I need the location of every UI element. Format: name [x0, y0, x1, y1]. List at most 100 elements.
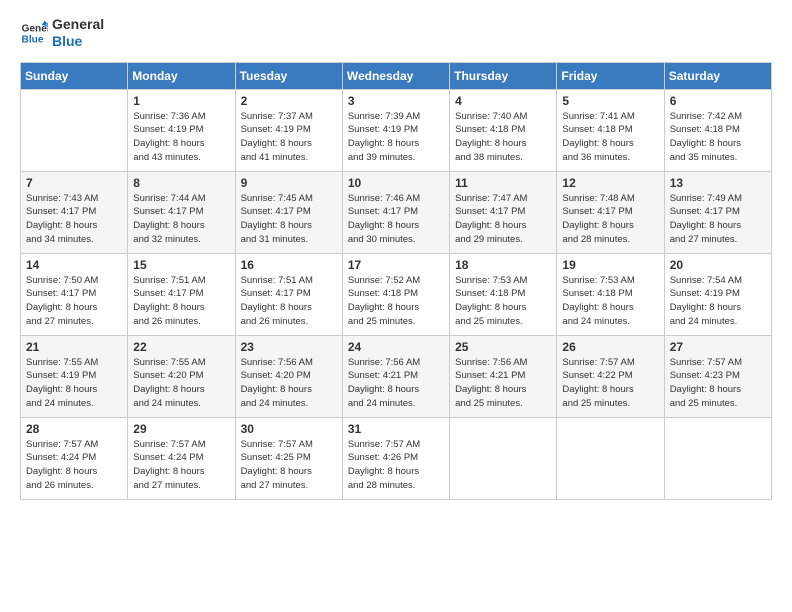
calendar-cell: 18 Sunrise: 7:53 AMSunset: 4:18 PMDayligh… [450, 253, 557, 335]
calendar-cell [664, 417, 771, 499]
calendar-cell: 29Sunrise: 7:57 AMSunset: 4:24 PMDayligh… [128, 417, 235, 499]
calendar-cell [557, 417, 664, 499]
day-number: 9 [241, 176, 337, 190]
day-info: Sunrise: 7:40 AMSunset: 4:18 PMDaylight:… [455, 110, 551, 165]
day-info: Sunrise: 7:45 AMSunset: 4:17 PMDaylight:… [241, 192, 337, 247]
day-header-tuesday: Tuesday [235, 62, 342, 89]
week-row-4: 21 Sunrise: 7:55 AMSunset: 4:19 PMDayligh… [21, 335, 772, 417]
day-number: 28 [26, 422, 122, 436]
calendar-header-row: SundayMondayTuesdayWednesdayThursdayFrid… [21, 62, 772, 89]
day-number: 23 [241, 340, 337, 354]
day-info: Sunrise: 7:55 AMSunset: 4:20 PMDaylight:… [133, 356, 229, 411]
day-info: Sunrise: 7:49 AMSunset: 4:17 PMDaylight:… [670, 192, 766, 247]
day-number: 18 [455, 258, 551, 272]
day-info: Sunrise: 7:56 AMSunset: 4:21 PMDaylight:… [348, 356, 444, 411]
calendar-cell: 20Sunrise: 7:54 AMSunset: 4:19 PMDayligh… [664, 253, 771, 335]
calendar-cell: 15 Sunrise: 7:51 AMSunset: 4:17 PMDayligh… [128, 253, 235, 335]
day-info: Sunrise: 7:52 AMSunset: 4:18 PMDaylight:… [348, 274, 444, 329]
day-number: 6 [670, 94, 766, 108]
calendar-cell: 17 Sunrise: 7:52 AMSunset: 4:18 PMDayligh… [342, 253, 449, 335]
calendar-cell [21, 89, 128, 171]
day-info: Sunrise: 7:55 AMSunset: 4:19 PMDaylight:… [26, 356, 122, 411]
day-number: 12 [562, 176, 658, 190]
calendar-cell: 10 Sunrise: 7:46 AMSunset: 4:17 PMDayligh… [342, 171, 449, 253]
day-info: Sunrise: 7:41 AMSunset: 4:18 PMDaylight:… [562, 110, 658, 165]
day-number: 24 [348, 340, 444, 354]
day-info: Sunrise: 7:53 AMSunset: 4:18 PMDaylight:… [562, 274, 658, 329]
day-number: 3 [348, 94, 444, 108]
day-number: 21 [26, 340, 122, 354]
week-row-1: 1 Sunrise: 7:36 AMSunset: 4:19 PMDaylight… [21, 89, 772, 171]
calendar-cell: 11 Sunrise: 7:47 AMSunset: 4:17 PMDayligh… [450, 171, 557, 253]
day-number: 5 [562, 94, 658, 108]
day-number: 16 [241, 258, 337, 272]
day-number: 27 [670, 340, 766, 354]
day-number: 1 [133, 94, 229, 108]
calendar-cell: 23 Sunrise: 7:56 AMSunset: 4:20 PMDayligh… [235, 335, 342, 417]
day-number: 22 [133, 340, 229, 354]
calendar-cell: 16 Sunrise: 7:51 AMSunset: 4:17 PMDayligh… [235, 253, 342, 335]
day-header-friday: Friday [557, 62, 664, 89]
calendar-cell: 31 Sunrise: 7:57 AMSunset: 4:26 PMDayligh… [342, 417, 449, 499]
week-row-2: 7Sunrise: 7:43 AMSunset: 4:17 PMDaylight… [21, 171, 772, 253]
day-info: Sunrise: 7:46 AMSunset: 4:17 PMDaylight:… [348, 192, 444, 247]
day-info: Sunrise: 7:57 AMSunset: 4:24 PMDaylight:… [26, 438, 122, 493]
calendar-cell: 6 Sunrise: 7:42 AMSunset: 4:18 PMDaylight… [664, 89, 771, 171]
day-number: 11 [455, 176, 551, 190]
calendar-cell: 28 Sunrise: 7:57 AMSunset: 4:24 PMDayligh… [21, 417, 128, 499]
day-number: 15 [133, 258, 229, 272]
day-number: 13 [670, 176, 766, 190]
day-number: 2 [241, 94, 337, 108]
day-info: Sunrise: 7:48 AMSunset: 4:17 PMDaylight:… [562, 192, 658, 247]
day-info: Sunrise: 7:36 AMSunset: 4:19 PMDaylight:… [133, 110, 229, 165]
day-number: 20 [670, 258, 766, 272]
logo-text: General Blue [52, 16, 104, 50]
calendar-cell: 21 Sunrise: 7:55 AMSunset: 4:19 PMDayligh… [21, 335, 128, 417]
day-info: Sunrise: 7:57 AMSunset: 4:26 PMDaylight:… [348, 438, 444, 493]
calendar-cell: 22 Sunrise: 7:55 AMSunset: 4:20 PMDayligh… [128, 335, 235, 417]
logo: General Blue General Blue [20, 16, 104, 50]
calendar-table: SundayMondayTuesdayWednesdayThursdayFrid… [20, 62, 772, 500]
calendar-cell: 14 Sunrise: 7:50 AMSunset: 4:17 PMDayligh… [21, 253, 128, 335]
day-header-wednesday: Wednesday [342, 62, 449, 89]
day-number: 14 [26, 258, 122, 272]
calendar-cell: 4 Sunrise: 7:40 AMSunset: 4:18 PMDaylight… [450, 89, 557, 171]
calendar-cell: 25Sunrise: 7:56 AMSunset: 4:21 PMDayligh… [450, 335, 557, 417]
day-info: Sunrise: 7:57 AMSunset: 4:25 PMDaylight:… [241, 438, 337, 493]
day-number: 29 [133, 422, 229, 436]
day-info: Sunrise: 7:39 AMSunset: 4:19 PMDaylight:… [348, 110, 444, 165]
week-row-3: 14 Sunrise: 7:50 AMSunset: 4:17 PMDayligh… [21, 253, 772, 335]
day-number: 19 [562, 258, 658, 272]
calendar-cell [450, 417, 557, 499]
day-number: 10 [348, 176, 444, 190]
day-info: Sunrise: 7:50 AMSunset: 4:17 PMDaylight:… [26, 274, 122, 329]
day-info: Sunrise: 7:53 AMSunset: 4:18 PMDaylight:… [455, 274, 551, 329]
day-header-sunday: Sunday [21, 62, 128, 89]
day-header-saturday: Saturday [664, 62, 771, 89]
day-number: 25 [455, 340, 551, 354]
calendar-cell: 12 Sunrise: 7:48 AMSunset: 4:17 PMDayligh… [557, 171, 664, 253]
calendar-cell: 3 Sunrise: 7:39 AMSunset: 4:19 PMDaylight… [342, 89, 449, 171]
day-number: 26 [562, 340, 658, 354]
day-number: 17 [348, 258, 444, 272]
calendar-cell: 8Sunrise: 7:44 AMSunset: 4:17 PMDaylight… [128, 171, 235, 253]
day-info: Sunrise: 7:37 AMSunset: 4:19 PMDaylight:… [241, 110, 337, 165]
calendar-cell: 9 Sunrise: 7:45 AMSunset: 4:17 PMDaylight… [235, 171, 342, 253]
day-number: 4 [455, 94, 551, 108]
calendar-cell: 27 Sunrise: 7:57 AMSunset: 4:23 PMDayligh… [664, 335, 771, 417]
day-info: Sunrise: 7:47 AMSunset: 4:17 PMDaylight:… [455, 192, 551, 247]
day-number: 8 [133, 176, 229, 190]
calendar-cell: 1 Sunrise: 7:36 AMSunset: 4:19 PMDaylight… [128, 89, 235, 171]
calendar-cell: 24 Sunrise: 7:56 AMSunset: 4:21 PMDayligh… [342, 335, 449, 417]
day-info: Sunrise: 7:42 AMSunset: 4:18 PMDaylight:… [670, 110, 766, 165]
calendar-cell: 30 Sunrise: 7:57 AMSunset: 4:25 PMDayligh… [235, 417, 342, 499]
day-info: Sunrise: 7:51 AMSunset: 4:17 PMDaylight:… [241, 274, 337, 329]
day-info: Sunrise: 7:56 AMSunset: 4:20 PMDaylight:… [241, 356, 337, 411]
day-number: 31 [348, 422, 444, 436]
day-info: Sunrise: 7:51 AMSunset: 4:17 PMDaylight:… [133, 274, 229, 329]
logo-icon: General Blue [20, 19, 48, 47]
calendar-cell: 7Sunrise: 7:43 AMSunset: 4:17 PMDaylight… [21, 171, 128, 253]
calendar-cell: 2 Sunrise: 7:37 AMSunset: 4:19 PMDaylight… [235, 89, 342, 171]
day-number: 30 [241, 422, 337, 436]
day-info: Sunrise: 7:57 AMSunset: 4:23 PMDaylight:… [670, 356, 766, 411]
